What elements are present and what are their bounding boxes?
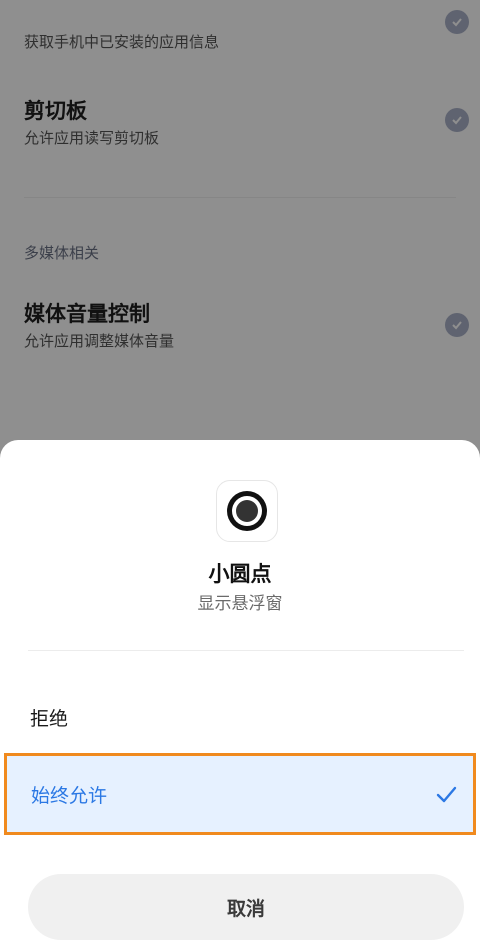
permission-item-media-volume[interactable]: 媒体音量控制 允许应用调整媒体音量	[24, 301, 480, 351]
deny-label: 拒绝	[30, 707, 69, 730]
permission-desc: 获取手机中已安装的应用信息	[24, 33, 220, 51]
screen: 获取手机中已安装的应用信息 剪切板 允许应用读写剪切板 多媒体相关 媒体音量控制…	[0, 0, 480, 952]
app-name: 小圆点	[208, 562, 272, 586]
divider	[28, 650, 464, 651]
permission-bottom-sheet: 小圆点 显示悬浮窗 拒绝 始终允许 取消	[0, 440, 480, 952]
permission-item-clipboard[interactable]: 剪切板 允许应用读写剪切板	[24, 98, 480, 148]
divider	[24, 197, 456, 198]
permission-desc: 允许应用读写剪切板	[24, 129, 160, 147]
shield-check-icon	[445, 10, 469, 34]
always-allow-label: 始终允许	[31, 784, 108, 807]
permission-title: 剪切板	[24, 99, 87, 123]
permission-item-installed-apps[interactable]: 获取手机中已安装的应用信息	[24, 28, 480, 52]
deny-option[interactable]: 拒绝	[0, 678, 480, 756]
permission-title: 媒体音量控制	[24, 302, 150, 326]
check-icon	[436, 786, 457, 803]
permission-name: 显示悬浮窗	[197, 594, 283, 614]
shield-check-icon	[445, 108, 469, 132]
shield-check-icon	[445, 313, 469, 337]
always-allow-option[interactable]: 始终允许	[4, 753, 476, 835]
permission-desc: 允许应用调整媒体音量	[24, 332, 175, 350]
section-label: 多媒体相关	[24, 244, 100, 262]
circle-dot-icon	[216, 480, 278, 542]
permission-list: 获取手机中已安装的应用信息 剪切板 允许应用读写剪切板 多媒体相关 媒体音量控制…	[0, 0, 480, 440]
cancel-button[interactable]: 取消	[28, 874, 464, 940]
